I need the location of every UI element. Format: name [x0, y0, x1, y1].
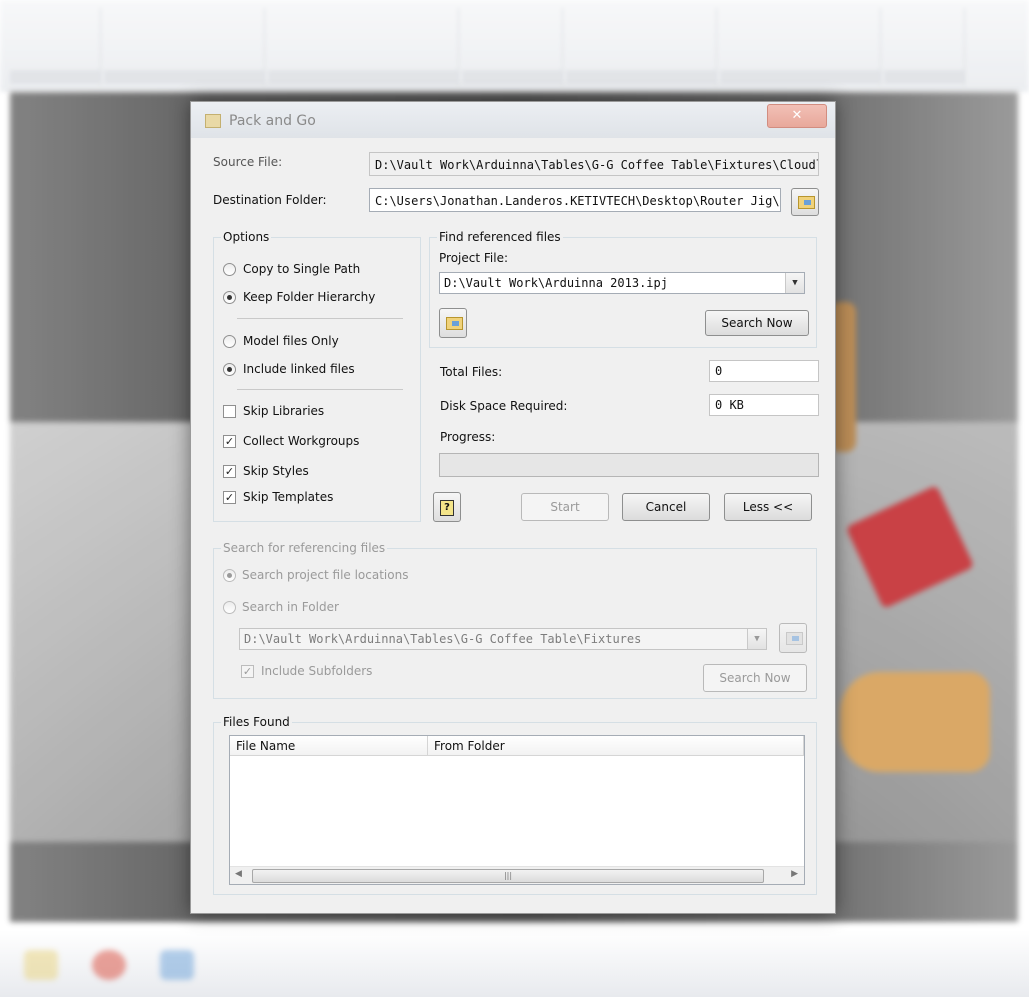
ribbon-group: [566, 8, 717, 86]
skip-styles-checkbox[interactable]: ✓: [223, 465, 236, 478]
total-files-value: 0: [709, 360, 819, 382]
dialog-body: Source File: D:\Vault Work\Arduinna\Tabl…: [199, 138, 827, 906]
model-files-only-radio[interactable]: [223, 335, 236, 348]
collect-workgroups-checkbox[interactable]: ✓: [223, 435, 236, 448]
copy-single-path-label: Copy to Single Path: [243, 262, 361, 276]
keep-folder-hierarchy-label: Keep Folder Hierarchy: [243, 290, 376, 304]
project-file-label: Project File:: [439, 251, 508, 265]
pack-and-go-dialog: Pack and Go ✕ Source File: D:\Vault Work…: [190, 101, 836, 914]
ribbon-group: [462, 8, 563, 86]
taskbar-browser-icon: [92, 950, 126, 980]
skip-libraries-checkbox[interactable]: [223, 405, 236, 418]
taskbar-folder-icon: [24, 950, 58, 980]
skip-styles-label: Skip Styles: [243, 464, 309, 478]
project-browse-icon: [446, 317, 463, 330]
progress-label: Progress:: [440, 430, 496, 444]
copy-single-path-radio[interactable]: [223, 263, 236, 276]
ribbon-group: [720, 8, 881, 86]
collect-workgroups-label: Collect Workgroups: [243, 434, 360, 448]
chevron-down-icon[interactable]: ▼: [785, 273, 804, 293]
skip-templates-label: Skip Templates: [243, 490, 334, 504]
search-now-folder-button[interactable]: Search Now: [703, 664, 807, 692]
ribbon-group: [268, 8, 459, 86]
ribbon-group: [884, 8, 965, 86]
scroll-right-icon[interactable]: ▶: [791, 869, 798, 879]
search-folder-browse-button[interactable]: [779, 623, 807, 653]
cancel-button[interactable]: Cancel: [622, 493, 710, 521]
skip-libraries-label: Skip Libraries: [243, 404, 325, 418]
options-group-title: Options: [221, 230, 272, 244]
search-folder-value: D:\Vault Work\Arduinna\Tables\G-G Coffee…: [244, 632, 642, 646]
destination-folder-label: Destination Folder:: [213, 193, 327, 207]
scroll-left-icon[interactable]: ◀: [235, 869, 242, 879]
files-found-title: Files Found: [221, 715, 292, 729]
ribbon-group: [10, 8, 101, 86]
project-file-value: D:\Vault Work\Arduinna 2013.ipj: [444, 276, 668, 290]
files-found-list[interactable]: File Name From Folder ◀ ||| ▶: [229, 735, 805, 885]
project-file-select[interactable]: D:\Vault Work\Arduinna 2013.ipj ▼: [439, 272, 805, 294]
progress-bar: [439, 453, 819, 477]
find-referenced-files-title: Find referenced files: [437, 230, 563, 244]
search-project-locations-label: Search project file locations: [242, 568, 409, 582]
scroll-thumb[interactable]: |||: [252, 869, 764, 883]
column-header-file-name[interactable]: File Name: [230, 736, 428, 756]
background-taskbar: [0, 930, 1029, 997]
taskbar-app-icon: [160, 950, 194, 980]
dialog-titlebar[interactable]: Pack and Go ✕: [191, 102, 835, 138]
include-subfolders-checkbox[interactable]: ✓: [241, 665, 254, 678]
disk-space-value: 0 KB: [709, 394, 819, 416]
include-subfolders-label: Include Subfolders: [261, 664, 373, 678]
background-ribbon: [0, 0, 1029, 92]
include-linked-files-radio[interactable]: [223, 363, 236, 376]
search-project-locations-radio[interactable]: [223, 569, 236, 582]
total-files-label: Total Files:: [440, 365, 503, 379]
chevron-down-icon[interactable]: ▼: [747, 629, 766, 649]
options-group: [213, 237, 421, 522]
help-button[interactable]: ?: [433, 492, 461, 522]
search-folder-select[interactable]: D:\Vault Work\Arduinna\Tables\G-G Coffee…: [239, 628, 767, 650]
horizontal-scrollbar[interactable]: ◀ ||| ▶: [230, 866, 804, 884]
options-divider: [237, 389, 403, 390]
search-referencing-title: Search for referencing files: [221, 541, 388, 555]
destination-folder-input[interactable]: C:\Users\Jonathan.Landeros.KETIVTECH\Des…: [369, 188, 781, 212]
ribbon-group: [104, 8, 265, 86]
source-file-label: Source File:: [213, 155, 283, 169]
project-file-browse-button[interactable]: [439, 308, 467, 338]
search-in-folder-label: Search in Folder: [242, 600, 339, 614]
include-linked-files-label: Include linked files: [243, 362, 355, 376]
options-divider: [237, 318, 403, 319]
search-now-button[interactable]: Search Now: [705, 310, 809, 336]
disk-space-label: Disk Space Required:: [440, 399, 568, 413]
window-icon: [205, 114, 221, 128]
dialog-title: Pack and Go: [229, 113, 316, 129]
search-in-folder-radio[interactable]: [223, 601, 236, 614]
start-button[interactable]: Start: [521, 493, 609, 521]
help-icon: ?: [440, 500, 454, 516]
less-button[interactable]: Less <<: [724, 493, 812, 521]
browse-destination-button[interactable]: [791, 188, 819, 216]
close-button[interactable]: ✕: [767, 104, 827, 128]
folder-browse-icon: [798, 196, 815, 209]
source-file-field: D:\Vault Work\Arduinna\Tables\G-G Coffee…: [369, 152, 819, 176]
skip-templates-checkbox[interactable]: ✓: [223, 491, 236, 504]
keep-folder-hierarchy-radio[interactable]: [223, 291, 236, 304]
model-files-only-label: Model files Only: [243, 334, 339, 348]
folder-browse-icon: [786, 632, 803, 645]
column-header-from-folder[interactable]: From Folder: [428, 736, 804, 756]
